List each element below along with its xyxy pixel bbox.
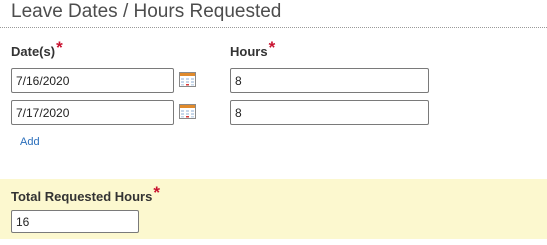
add-row-link[interactable]: Add <box>20 136 40 148</box>
total-hours-label-text: Total Requested Hours <box>11 189 153 204</box>
hours-input-2[interactable] <box>230 100 429 125</box>
required-marker: * <box>153 183 160 202</box>
date-input-1[interactable] <box>11 68 174 93</box>
total-hours-panel: Total Requested Hours* <box>0 179 547 239</box>
total-hours-label: Total Requested Hours* <box>11 183 160 206</box>
title-divider <box>0 27 547 28</box>
required-marker: * <box>56 38 63 57</box>
hours-label-text: Hours <box>230 44 268 59</box>
dates-column-label: Date(s)* <box>11 38 63 61</box>
section-title: Leave Dates / Hours Requested <box>11 1 282 22</box>
calendar-icon[interactable] <box>179 71 196 87</box>
total-hours-input[interactable] <box>11 210 139 233</box>
hours-input-1[interactable] <box>230 68 429 93</box>
dates-label-text: Date(s) <box>11 44 56 59</box>
calendar-icon[interactable] <box>179 103 196 119</box>
hours-column-label: Hours* <box>230 38 276 61</box>
date-input-2[interactable] <box>11 100 174 125</box>
required-marker: * <box>268 38 276 57</box>
